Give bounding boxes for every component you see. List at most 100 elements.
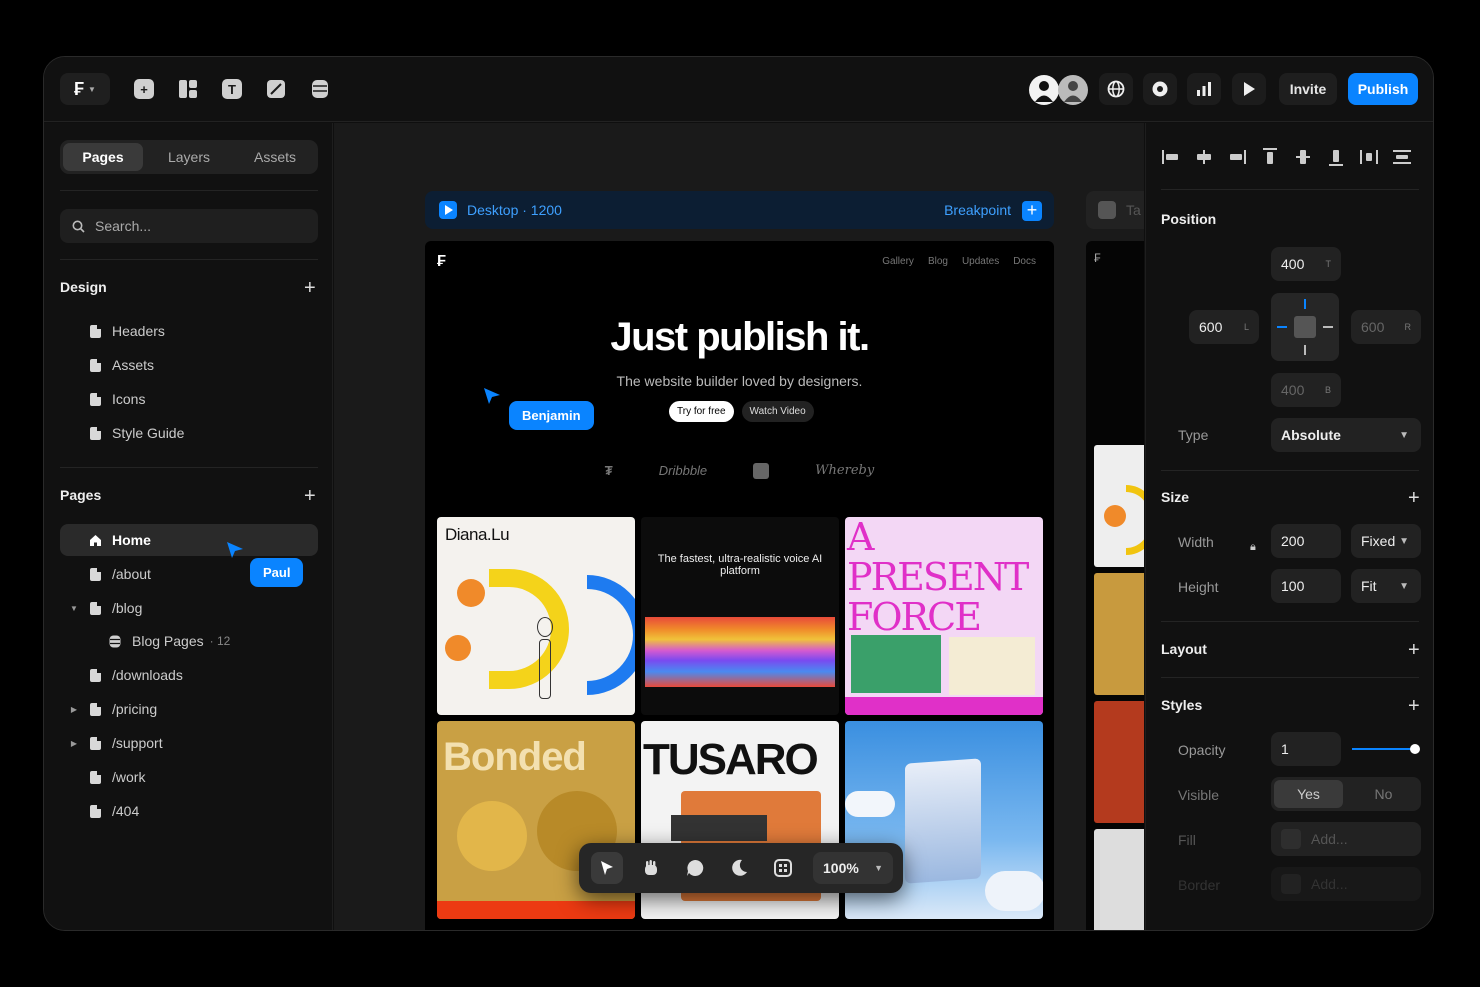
constraints-widget[interactable] <box>1271 293 1339 361</box>
align-top-button[interactable] <box>1259 148 1281 166</box>
tablet-frame[interactable]: ₣ <box>1086 241 1144 930</box>
design-item-assets[interactable]: Assets <box>60 349 318 381</box>
align-center-v-button[interactable] <box>1292 148 1314 166</box>
position-top-field[interactable]: 400 T <box>1271 247 1341 281</box>
height-mode-select[interactable]: Fit ▼ <box>1351 569 1421 603</box>
add-design-page-button[interactable]: + <box>304 278 316 298</box>
layout-button[interactable] <box>170 73 206 105</box>
caret-right-icon[interactable]: ▶ <box>68 705 80 714</box>
properties-panel: Position 400 T 600 L 600 R 400 B Type Absolu… <box>1145 123 1433 930</box>
styles-add-button[interactable]: + <box>1408 696 1420 716</box>
text-button[interactable]: T <box>214 73 250 105</box>
search-box[interactable] <box>60 209 318 243</box>
watch-video-button[interactable]: Watch Video <box>741 401 814 422</box>
distribute-v-button[interactable] <box>1391 148 1413 166</box>
tab-pages[interactable]: Pages <box>63 143 143 171</box>
breakpoint-label[interactable]: Breakpoint <box>944 202 1011 218</box>
border-field[interactable]: Add... <box>1271 867 1421 901</box>
cms-button[interactable] <box>302 73 338 105</box>
opacity-slider-track[interactable] <box>1352 748 1416 750</box>
visible-yes-option[interactable]: Yes <box>1274 780 1343 808</box>
sidebar-item-blog-pages[interactable]: Blog Pages · 12 <box>60 625 318 657</box>
opacity-slider-thumb[interactable] <box>1410 744 1420 754</box>
app-menu-button[interactable]: ₣ ▼ <box>60 73 110 105</box>
layout-add-button[interactable]: + <box>1408 640 1420 660</box>
search-input[interactable] <box>95 218 295 234</box>
vector-button[interactable] <box>258 73 294 105</box>
publish-button[interactable]: Publish <box>1348 73 1418 105</box>
sidebar-item-pricing[interactable]: ▶ /pricing <box>60 693 318 725</box>
sidebar-item-work[interactable]: /work <box>60 761 318 793</box>
nav-link[interactable]: Blog <box>928 256 948 267</box>
visible-no-option[interactable]: No <box>1349 780 1418 808</box>
settings-button[interactable] <box>1143 73 1177 105</box>
user-avatar-2[interactable] <box>1058 75 1088 105</box>
grid-tool-button[interactable] <box>767 852 799 884</box>
nav-link[interactable]: Updates <box>962 256 999 267</box>
height-input[interactable]: 100 <box>1271 569 1341 603</box>
chevron-down-icon: ▼ <box>874 863 883 873</box>
size-add-button[interactable]: + <box>1408 488 1420 508</box>
play-icon[interactable] <box>1098 201 1116 219</box>
nav-link[interactable]: Docs <box>1013 256 1036 267</box>
nav-link[interactable]: Gallery <box>882 256 914 267</box>
aspect-lock-icon[interactable]: 🔒︎ <box>1250 541 1256 554</box>
caret-right-icon[interactable]: ▶ <box>68 739 80 748</box>
sidebar-item-downloads[interactable]: /downloads <box>60 659 318 691</box>
website-preview[interactable]: ₣ Gallery Blog Updates Docs Just publish… <box>425 241 1054 930</box>
align-left-button[interactable] <box>1160 148 1182 166</box>
person-icon <box>1064 81 1082 102</box>
sidebar-item-support[interactable]: ▶ /support <box>60 727 318 759</box>
sidebar-item-home[interactable]: Home <box>60 524 318 556</box>
comment-tool-button[interactable] <box>679 852 711 884</box>
align-right-button[interactable] <box>1226 148 1248 166</box>
design-item-headers[interactable]: Headers <box>60 315 318 347</box>
showcase-card[interactable]: The fastest, ultra-realistic voice AI pl… <box>641 517 839 715</box>
insert-button[interactable]: + <box>126 73 162 105</box>
hand-tool-button[interactable] <box>635 852 667 884</box>
add-breakpoint-button[interactable]: + <box>1022 201 1042 221</box>
width-mode-select[interactable]: Fixed ▼ <box>1351 524 1421 558</box>
tab-assets[interactable]: Assets <box>235 143 315 171</box>
align-bottom-button[interactable] <box>1325 148 1347 166</box>
item-count: · 12 <box>209 634 231 648</box>
invite-button[interactable]: Invite <box>1279 73 1337 105</box>
width-input[interactable]: 200 <box>1271 524 1341 558</box>
tab-layers[interactable]: Layers <box>149 143 229 171</box>
caret-down-icon[interactable]: ▼ <box>68 604 80 613</box>
desktop-frame-header[interactable]: Desktop · 1200 Breakpoint + <box>425 191 1054 229</box>
position-type-select[interactable]: Absolute ▼ <box>1271 418 1421 452</box>
add-page-button[interactable]: + <box>304 486 316 506</box>
select-tool-button[interactable] <box>591 852 623 884</box>
design-item-icons[interactable]: Icons <box>60 383 318 415</box>
try-free-button[interactable]: Try for free <box>669 401 734 422</box>
canvas[interactable]: Desktop · 1200 Breakpoint + Ta ₣ ₣ Galle… <box>334 123 1144 930</box>
item-label: Blog Pages <box>132 633 204 649</box>
showcase-card[interactable]: Diana.Lu <box>437 517 635 715</box>
opacity-input[interactable]: 1 <box>1271 732 1341 766</box>
frame-label: Ta <box>1126 202 1141 218</box>
position-left-field[interactable]: 600 L <box>1189 310 1259 344</box>
zoom-select[interactable]: 100% ▼ <box>813 852 893 884</box>
position-bottom-field[interactable]: 400 B <box>1271 373 1341 407</box>
play-preview-button[interactable] <box>1232 73 1266 105</box>
theme-toggle-button[interactable] <box>723 852 755 884</box>
showcase-card[interactable]: A PRESENT FORCE <box>845 517 1043 715</box>
distribute-vertical-icon <box>1393 150 1411 164</box>
sidebar-item-blog[interactable]: ▼ /blog <box>60 592 318 624</box>
play-icon[interactable] <box>439 201 457 219</box>
divider <box>1161 621 1419 622</box>
tablet-frame-header[interactable]: Ta <box>1086 191 1144 229</box>
position-right-field[interactable]: 600 R <box>1351 310 1421 344</box>
preview-web-button[interactable] <box>1099 73 1133 105</box>
item-label: /pricing <box>112 701 158 717</box>
card-title: TUSARO <box>643 735 819 784</box>
analytics-button[interactable] <box>1187 73 1221 105</box>
align-center-h-button[interactable] <box>1193 148 1215 166</box>
user-avatar-1[interactable] <box>1029 75 1059 105</box>
design-item-style-guide[interactable]: Style Guide <box>60 417 318 449</box>
sidebar-item-404[interactable]: /404 <box>60 795 318 827</box>
size-section-title: Size <box>1161 489 1190 505</box>
distribute-h-button[interactable] <box>1358 148 1380 166</box>
fill-field[interactable]: Add... <box>1271 822 1421 856</box>
